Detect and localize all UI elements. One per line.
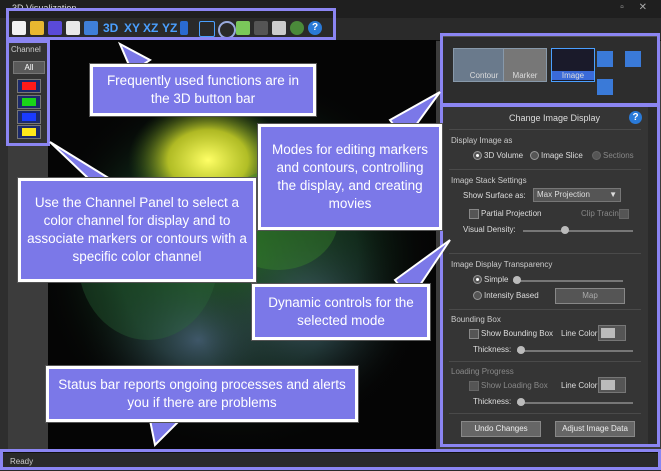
callout-status: Status bar reports ongoing processes and…: [46, 366, 358, 422]
callout-modes: Modes for editing markers and contours, …: [258, 124, 442, 230]
callout-toolbar: Frequently used functions are in the 3D …: [90, 64, 316, 116]
callout-channel: Use the Channel Panel to select a color …: [18, 178, 256, 282]
callout-dynamic: Dynamic controls for the selected mode: [252, 284, 430, 340]
